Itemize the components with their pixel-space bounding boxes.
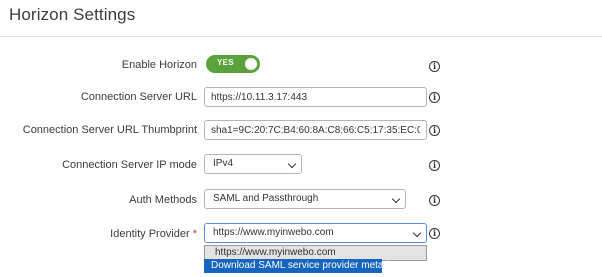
info-icon[interactable]: i	[429, 92, 440, 103]
identity-provider-label: Identity Provider *	[110, 228, 197, 240]
page-header: Horizon Settings	[0, 0, 602, 37]
chevron-down-icon	[412, 228, 422, 238]
identity-provider-select[interactable]: https://www.myinwebo.com	[204, 223, 427, 243]
enable-horizon-toggle[interactable]: YES	[206, 55, 260, 73]
dropdown-option[interactable]: https://www.myinwebo.com	[205, 246, 426, 260]
thumbprint-input[interactable]	[204, 120, 427, 140]
ip-mode-value: IPv4	[213, 158, 234, 169]
auth-methods-value: SAML and Passthrough	[213, 193, 319, 204]
ip-mode-label: Connection Server IP mode	[62, 159, 197, 171]
info-icon[interactable]: i	[429, 160, 440, 171]
download-saml-metadata-option[interactable]: Download SAML service provider metadata	[204, 259, 403, 273]
info-icon[interactable]: i	[429, 125, 440, 136]
info-icon[interactable]: i	[429, 228, 440, 239]
identity-provider-label-text: Identity Provider	[110, 228, 190, 240]
identity-provider-value: https://www.myinwebo.com	[213, 227, 334, 238]
auth-methods-label: Auth Methods	[129, 194, 197, 206]
thumbprint-label: Connection Server URL Thumbprint	[22, 124, 197, 136]
connection-server-url-input[interactable]	[204, 87, 427, 107]
enable-horizon-label: Enable Horizon	[121, 59, 197, 71]
connection-server-url-label: Connection Server URL	[80, 91, 197, 103]
page-title: Horizon Settings	[9, 5, 136, 24]
info-icon[interactable]: i	[429, 61, 440, 72]
required-mark: *	[192, 228, 197, 240]
info-icon[interactable]: i	[429, 195, 440, 206]
chevron-down-icon	[287, 159, 297, 169]
chevron-down-icon	[391, 194, 401, 204]
auth-methods-select[interactable]: SAML and Passthrough	[204, 189, 406, 209]
toggle-state-text: YES	[217, 58, 234, 67]
toggle-knob	[245, 58, 257, 70]
ip-mode-select[interactable]: IPv4	[204, 154, 302, 174]
